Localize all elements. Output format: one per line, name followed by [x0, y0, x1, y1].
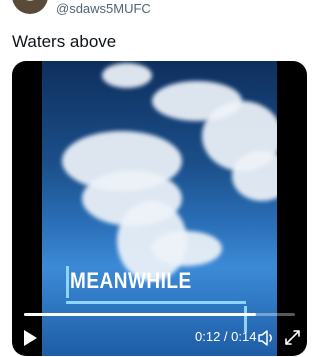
cloud-shape	[232, 151, 277, 201]
play-icon	[24, 330, 37, 346]
play-button[interactable]	[22, 329, 38, 347]
avatar[interactable]	[12, 0, 48, 14]
video-player[interactable]: MEANWHILE 0:12 / 0:14	[12, 61, 307, 356]
tweet-text: Waters above	[12, 32, 117, 51]
volume-button[interactable]	[257, 329, 275, 347]
overlay-accent-left	[66, 266, 69, 298]
cloud-shape	[152, 231, 222, 266]
expand-icon	[285, 330, 300, 345]
video-overlay-text: MEANWHILE	[70, 269, 192, 294]
progress-bar[interactable]	[24, 313, 295, 316]
progress-fill	[24, 313, 257, 316]
time-readout: 0:12 / 0:14	[195, 329, 257, 344]
speaker-icon	[258, 330, 272, 346]
cloud-shape	[102, 63, 152, 88]
overlay-accent-bottom	[66, 301, 246, 304]
video-frame[interactable]	[42, 61, 277, 356]
fullscreen-button[interactable]	[284, 329, 301, 346]
user-handle[interactable]: @sdaws5MUFC	[56, 1, 151, 16]
